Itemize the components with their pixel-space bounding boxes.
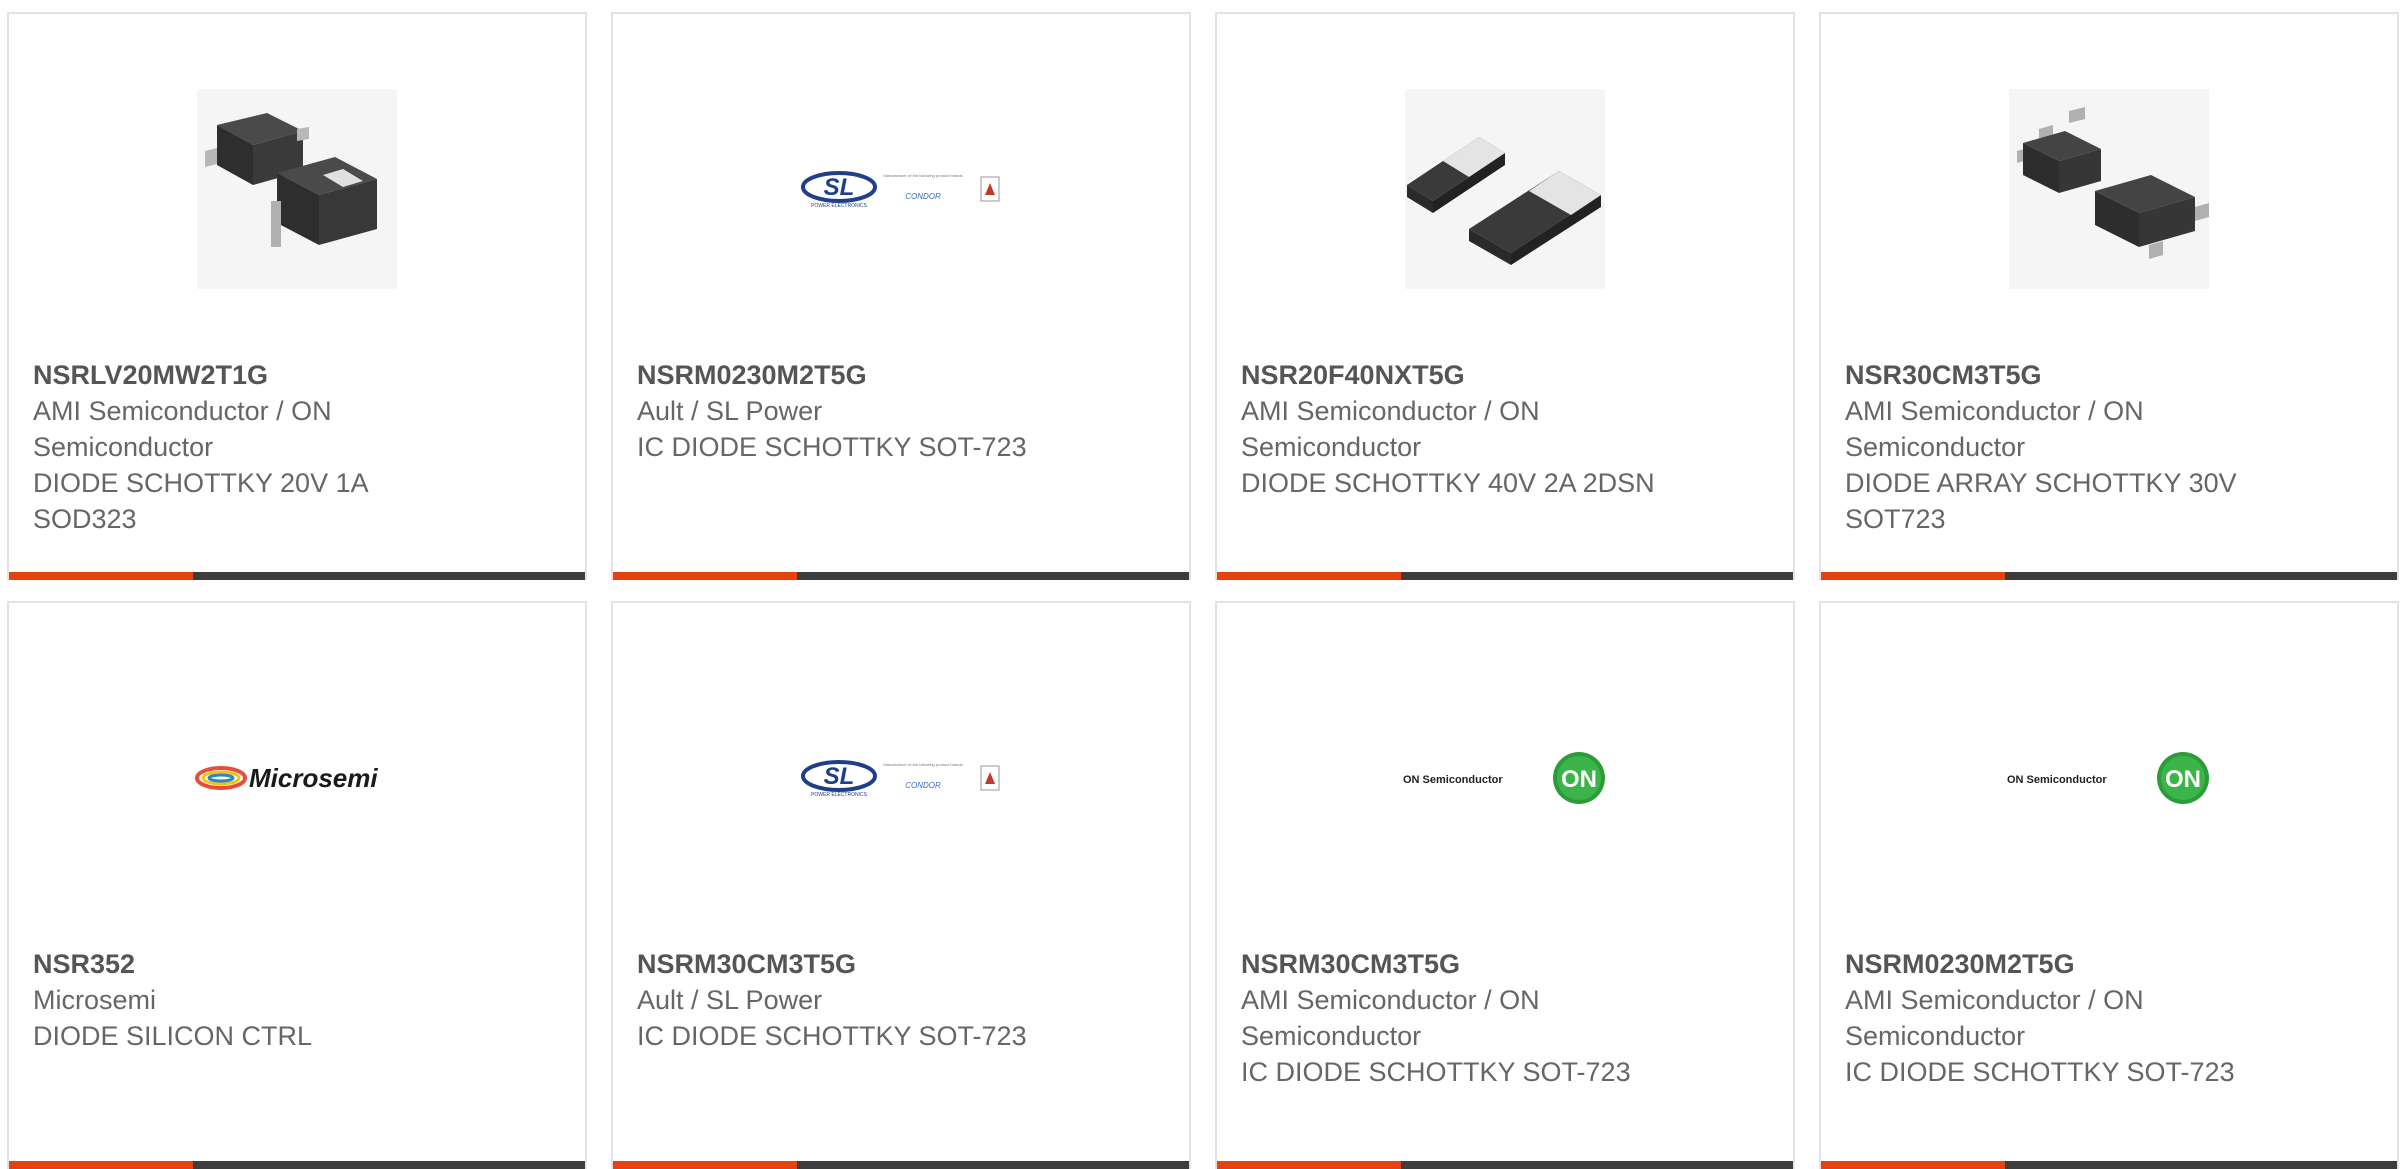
product-card[interactable]: SL POWER ELECTRONICS Manufacturer of the… [611,12,1191,580]
product-card[interactable]: NSR20F40NXT5G AMI Semiconductor / ON Sem… [1215,12,1795,580]
logo-mark: SL [824,174,855,201]
logo-mark: SL [824,763,855,790]
product-image[interactable]: Microsemi [9,673,585,883]
part-number[interactable]: NSR30CM3T5G [1845,357,2373,393]
product-description: DIODE SCHOTTKY 40V 2A 2DSN [1241,468,1655,498]
part-number[interactable]: NSRM30CM3T5G [637,946,1165,982]
logo-text: ON Semiconductor [1403,774,1503,786]
card-accent-bar [9,572,193,580]
card-footer-bar [1217,1161,1793,1169]
product-card[interactable]: Microsemi NSR352 Microsemi DIODE SILICON… [7,601,587,1169]
card-footer-bar [613,572,1189,580]
card-footer-bar [1821,572,2397,580]
logo-badge: ON [2165,766,2201,793]
card-accent-bar [1217,1161,1401,1169]
product-image[interactable]: SL POWER ELECTRONICS Manufacturer of the… [613,84,1189,294]
logo-brand: CONDOR [905,192,941,201]
microsemi-logo: Microsemi [195,763,378,793]
product-image[interactable]: ON Semiconductor ON [1217,673,1793,883]
logo-brand: CONDOR [905,781,941,790]
product-description: DIODE SCHOTTKY 20V 1A SOD323 [33,468,368,534]
manufacturer-name: AMI Semiconductor / ON Semiconductor [1845,396,2144,462]
product-card[interactable]: NSRLV20MW2T1G AMI Semiconductor / ON Sem… [7,12,587,580]
logo-note: Manufacturer of the following product br… [883,173,962,178]
on-semiconductor-logo: ON Semiconductor ON [1403,752,1605,804]
part-number[interactable]: NSR20F40NXT5G [1241,357,1769,393]
manufacturer-name: AMI Semiconductor / ON Semiconductor [1241,396,1540,462]
part-number[interactable]: NSRLV20MW2T1G [33,357,561,393]
card-footer-bar [1217,572,1793,580]
product-image[interactable] [1217,84,1793,294]
part-number[interactable]: NSRM30CM3T5G [1241,946,1769,982]
product-card[interactable]: NSR30CM3T5G AMI Semiconductor / ON Semic… [1819,12,2399,580]
card-accent-bar [1217,572,1401,580]
logo-caption: POWER ELECTRONICS [811,792,868,798]
manufacturer-name: AMI Semiconductor / ON Semiconductor [1241,985,1540,1051]
2dsn-package-photo [1405,89,1605,289]
logo-text: ON Semiconductor [2007,774,2107,786]
card-accent-bar [1821,1161,2005,1169]
product-image[interactable] [9,84,585,294]
card-footer-bar [9,572,585,580]
product-image[interactable]: ON Semiconductor ON [1821,673,2397,883]
sl-power-logo: SL POWER ELECTRONICS Manufacturer of the… [801,760,1000,798]
logo-caption: POWER ELECTRONICS [811,203,868,209]
product-description: DIODE ARRAY SCHOTTKY 30V SOT723 [1845,468,2237,534]
manufacturer-name: AMI Semiconductor / ON Semiconductor [33,396,332,462]
product-description: IC DIODE SCHOTTKY SOT-723 [637,432,1027,462]
product-image[interactable]: SL POWER ELECTRONICS Manufacturer of the… [613,673,1189,883]
card-footer-bar [9,1161,585,1169]
sot723-package-photo [2009,89,2209,289]
product-description: DIODE SILICON CTRL [33,1021,313,1051]
card-accent-bar [613,1161,797,1169]
sl-power-logo: SL POWER ELECTRONICS Manufacturer of the… [801,171,1000,209]
card-accent-bar [9,1161,193,1169]
manufacturer-name: Ault / SL Power [637,985,823,1015]
sod323-package-photo [197,89,397,289]
part-number[interactable]: NSRM0230M2T5G [637,357,1165,393]
product-card[interactable]: ON Semiconductor ON NSRM0230M2T5G AMI Se… [1819,601,2399,1169]
product-card[interactable]: SL POWER ELECTRONICS Manufacturer of the… [611,601,1191,1169]
logo-text: Microsemi [249,763,378,793]
card-footer-bar [613,1161,1189,1169]
card-footer-bar [1821,1161,2397,1169]
product-grid: NSRLV20MW2T1G AMI Semiconductor / ON Sem… [0,0,2400,1169]
logo-badge: ON [1561,766,1597,793]
product-image[interactable] [1821,84,2397,294]
card-accent-bar [1821,572,2005,580]
part-number[interactable]: NSRM0230M2T5G [1845,946,2373,982]
card-accent-bar [613,572,797,580]
part-number[interactable]: NSR352 [33,946,561,982]
manufacturer-name: Microsemi [33,985,157,1015]
product-description: IC DIODE SCHOTTKY SOT-723 [637,1021,1027,1051]
on-semiconductor-logo: ON Semiconductor ON [2007,752,2209,804]
manufacturer-name: Ault / SL Power [637,396,823,426]
logo-note: Manufacturer of the following product br… [883,762,962,767]
product-description: IC DIODE SCHOTTKY SOT-723 [1241,1057,1631,1087]
product-card[interactable]: ON Semiconductor ON NSRM30CM3T5G AMI Sem… [1215,601,1795,1169]
manufacturer-name: AMI Semiconductor / ON Semiconductor [1845,985,2144,1051]
product-description: IC DIODE SCHOTTKY SOT-723 [1845,1057,2235,1087]
